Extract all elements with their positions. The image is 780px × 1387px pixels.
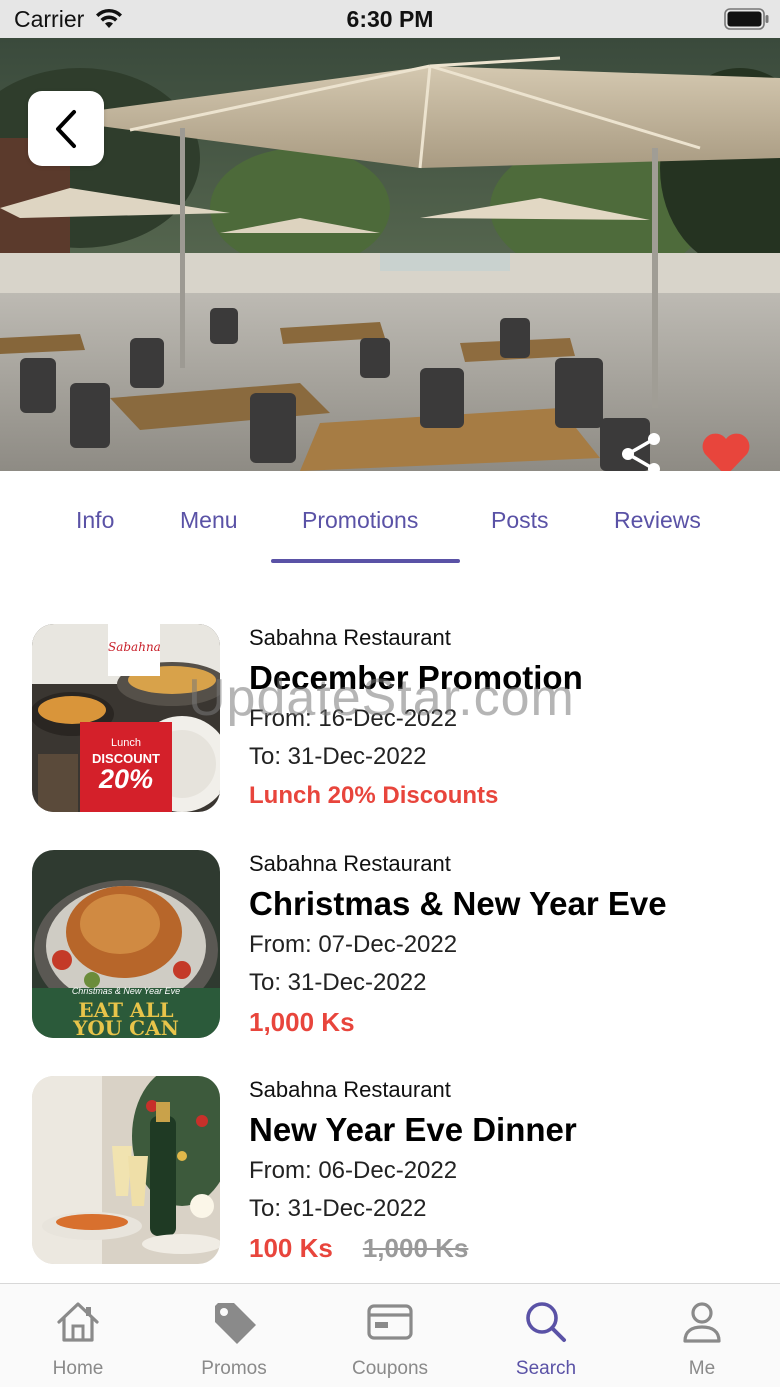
- promotion-title: December Promotion: [249, 659, 583, 696]
- thumb-percent-text: 20%: [98, 764, 154, 794]
- restaurant-name: Sabahna Restaurant: [249, 625, 451, 650]
- tag-icon: [215, 1303, 256, 1344]
- restaurant-name: Sabahna Restaurant: [249, 851, 451, 876]
- promotion-title: New Year Eve Dinner: [249, 1111, 577, 1148]
- heart-icon[interactable]: [700, 430, 752, 471]
- promotion-thumbnail: Christmas & New Year Eve EAT ALL YOU CAN: [32, 850, 220, 1038]
- status-bar: Carrier 6:30 PM: [0, 0, 780, 38]
- restaurant-tabs: Info Menu Promotions Posts Reviews: [0, 471, 780, 566]
- home-icon: [57, 1302, 99, 1342]
- promotion-price-row: 100 Ks 1,000 Ks: [249, 1228, 769, 1268]
- thumb-headline-2: YOU CAN: [73, 1016, 179, 1038]
- back-button[interactable]: [28, 91, 104, 166]
- promotion-thumbnail: Sabahna Lunch DISCOUNT 20%: [32, 624, 220, 812]
- promotion-card-1[interactable]: Sabahna Lunch DISCOUNT 20% Sabahna Resta…: [0, 624, 780, 824]
- promotion-details: Sabahna Restaurant New Year Eve Dinner F…: [249, 1076, 769, 1268]
- bottom-tab-bar: Home Promos Coupons Search Me: [0, 1283, 780, 1387]
- tabbar-search[interactable]: Search: [468, 1284, 624, 1387]
- tabbar-me[interactable]: Me: [624, 1284, 780, 1387]
- search-icon: [526, 1302, 566, 1342]
- chevron-left-icon: [56, 109, 76, 148]
- tabbar-coupons[interactable]: Coupons: [312, 1284, 468, 1387]
- battery-icon: [724, 8, 769, 30]
- thumb-brand-text: Sabahna: [108, 640, 161, 654]
- tabbar-home-label: Home: [52, 1358, 104, 1379]
- tabbar-home[interactable]: Home: [0, 1284, 156, 1387]
- promotion-title: Christmas & New Year Eve: [249, 885, 667, 922]
- promotion-price: 1,000 Ks: [249, 1007, 355, 1037]
- tabbar-search-label: Search: [515, 1358, 577, 1379]
- promotion-from-date: From: 07-Dec-2022: [249, 931, 458, 958]
- promotion-details: Sabahna Restaurant Christmas & New Year …: [249, 850, 769, 1042]
- tab-reviews[interactable]: Reviews: [614, 507, 701, 534]
- promotion-to-date: To: 31-Dec-2022: [249, 1195, 427, 1222]
- tab-info[interactable]: Info: [76, 507, 114, 534]
- tabbar-coupons-label: Coupons: [351, 1358, 429, 1379]
- hero-image: [0, 38, 780, 471]
- restaurant-name: Sabahna Restaurant: [249, 1077, 451, 1102]
- promotion-to-date: To: 31-Dec-2022: [249, 969, 427, 996]
- promotion-details: Sabahna Restaurant December Promotion Fr…: [249, 624, 769, 816]
- thumb-lunch-text: Lunch: [111, 737, 141, 749]
- tab-promotions[interactable]: Promotions: [302, 507, 418, 534]
- tabbar-promos[interactable]: Promos: [156, 1284, 312, 1387]
- promotion-from-date: From: 16-Dec-2022: [249, 705, 458, 732]
- promotion-price: Lunch 20% Discounts: [249, 782, 499, 809]
- promotion-thumbnail: [32, 1076, 220, 1264]
- promotion-to-date: To: 31-Dec-2022: [249, 743, 427, 770]
- tabbar-promos-label: Promos: [201, 1358, 267, 1379]
- status-time: 6:30 PM: [346, 6, 434, 32]
- promotion-from-date: From: 06-Dec-2022: [249, 1157, 458, 1184]
- promotion-card-2[interactable]: Christmas & New Year Eve EAT ALL YOU CAN…: [0, 850, 780, 1050]
- promotion-old-price: 1,000 Ks: [362, 1233, 469, 1263]
- share-icon[interactable]: [618, 431, 666, 471]
- tab-menu[interactable]: Menu: [180, 507, 238, 534]
- thumb-subtitle-text: Christmas & New Year Eve: [71, 986, 181, 996]
- tabbar-me-label: Me: [688, 1358, 716, 1379]
- active-tab-indicator: [271, 559, 460, 563]
- promotion-price: 100 Ks: [249, 1233, 333, 1263]
- coupon-icon: [367, 1304, 413, 1340]
- person-icon: [683, 1302, 721, 1343]
- promotion-card-3[interactable]: Sabahna Restaurant New Year Eve Dinner F…: [0, 1076, 780, 1276]
- tab-posts[interactable]: Posts: [491, 507, 549, 534]
